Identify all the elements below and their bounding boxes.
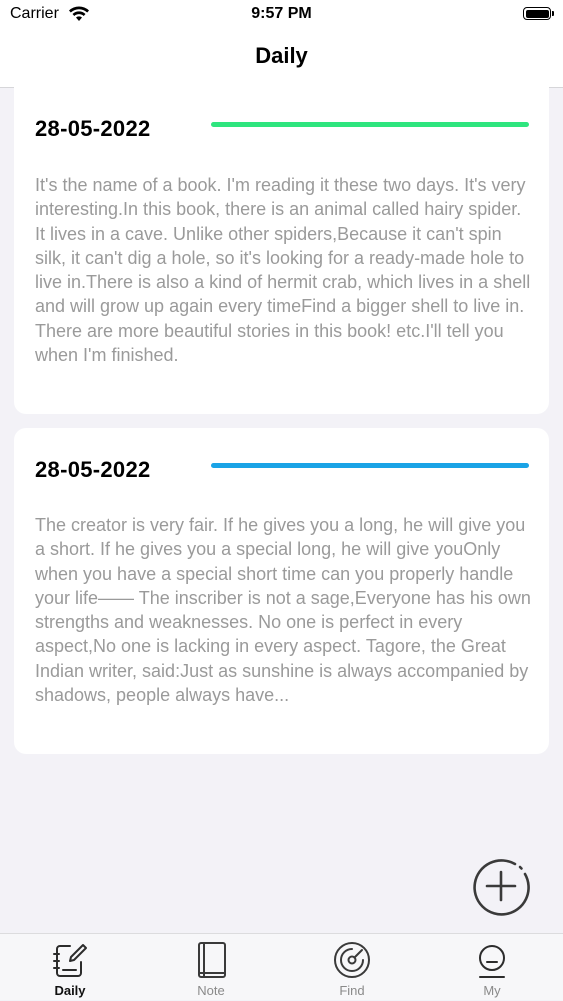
plus-circle-icon xyxy=(473,859,530,916)
pencil-notebook-icon xyxy=(53,944,87,977)
tab-bar: Daily Note Find My xyxy=(0,933,563,1000)
tab-label: Note xyxy=(197,983,225,998)
tab-find[interactable]: Find xyxy=(312,934,392,1001)
tab-label: Find xyxy=(339,983,365,998)
entry-accent-line xyxy=(211,463,529,468)
tab-daily[interactable]: Daily xyxy=(30,934,110,1001)
battery-icon xyxy=(523,7,554,20)
entry-text: It's the name of a book. I'm reading it … xyxy=(35,175,531,366)
entry-accent-line xyxy=(211,122,529,127)
add-entry-button[interactable] xyxy=(471,856,531,916)
tab-label: Daily xyxy=(54,983,86,998)
diary-entry-card[interactable]: 28-05-2022 The creator is very fair. If … xyxy=(14,428,549,754)
entry-text: The creator is very fair. If he gives yo… xyxy=(35,515,531,706)
person-icon xyxy=(479,945,505,978)
diary-entry-card[interactable]: 28-05-2022 It's the name of a book. I'm … xyxy=(14,78,549,414)
entry-date: 28-05-2022 xyxy=(35,116,151,141)
page-title: Daily xyxy=(255,43,308,68)
tab-my[interactable]: My xyxy=(452,934,532,1001)
entry-date: 28-05-2022 xyxy=(35,457,151,482)
tab-label: My xyxy=(483,983,501,998)
compass-radar-icon xyxy=(334,942,370,978)
notebook-icon xyxy=(198,942,226,978)
status-time: 9:57 PM xyxy=(251,5,312,22)
status-bar: Carrier 9:57 PM xyxy=(0,0,563,30)
tab-note[interactable]: Note xyxy=(171,934,251,1001)
